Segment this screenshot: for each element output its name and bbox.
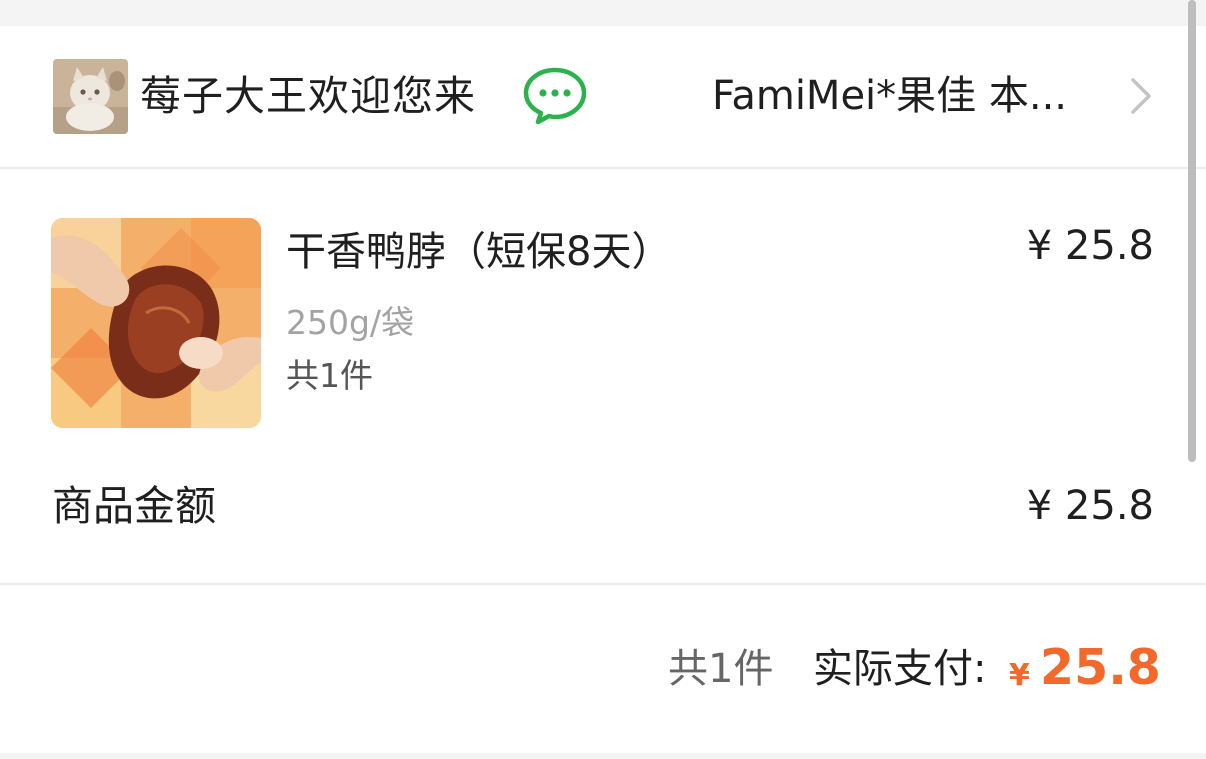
shop-name[interactable]: FamiMei*果佳 本... [712, 68, 1112, 124]
product-spec: 250g/袋 [286, 303, 415, 342]
store-user-name: 莓子大王欢迎您来 [140, 72, 476, 120]
product-quantity: 共1件 [286, 356, 373, 395]
order-card: 莓子大王欢迎您来 FamiMei*果佳 本... 干香鸭脖（短保8天） ¥ 25… [0, 26, 1206, 753]
summary-divider [0, 583, 1206, 585]
scrollbar[interactable] [1188, 0, 1196, 462]
paid-currency: ¥ [1009, 658, 1030, 693]
goods-amount-value: ¥ 25.8 [1026, 483, 1154, 529]
paid-label: 实际支付: [813, 646, 987, 692]
chat-icon[interactable] [522, 66, 588, 126]
goods-amount-label: 商品金额 [52, 482, 216, 530]
chevron-right-icon[interactable] [1124, 74, 1158, 118]
product-name[interactable]: 干香鸭脖（短保8天） [286, 224, 671, 280]
store-avatar[interactable] [53, 59, 128, 134]
footer-item-count: 共1件 [668, 646, 774, 692]
header-divider [0, 167, 1206, 169]
paid-total: 25.8 [1040, 639, 1161, 696]
product-image[interactable] [51, 218, 261, 428]
product-price: ¥ 25.8 [1026, 223, 1154, 269]
